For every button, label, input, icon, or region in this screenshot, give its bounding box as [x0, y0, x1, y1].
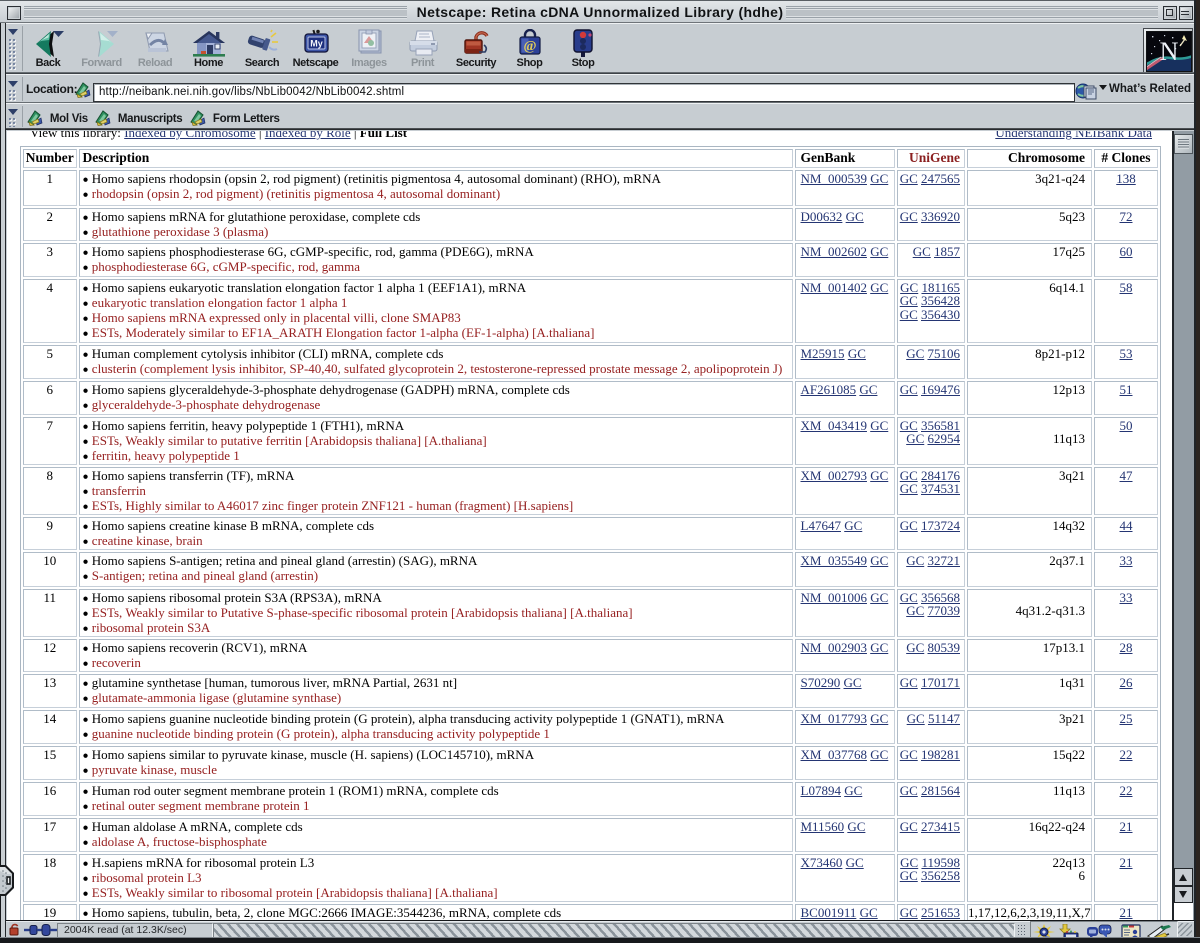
svg-text:My: My — [310, 39, 323, 49]
svg-text:N: N — [1160, 37, 1179, 66]
svg-text:@: @ — [523, 39, 536, 54]
